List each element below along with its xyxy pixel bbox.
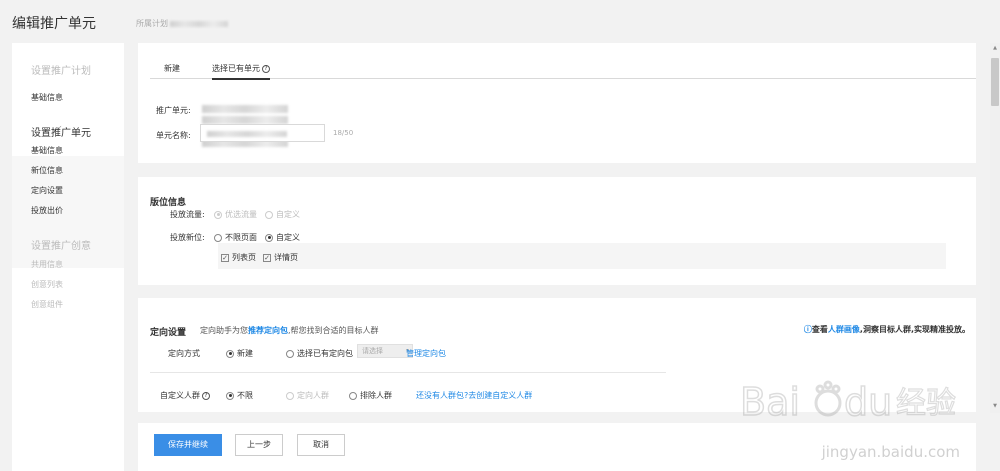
crowd-option-unlimited[interactable]: 不限 [226, 390, 253, 401]
step-unit-bidding[interactable]: 投放出价 [31, 205, 63, 216]
radio-icon [226, 349, 234, 358]
scroll-down-icon[interactable]: ▼ [991, 403, 999, 409]
radio-icon [286, 349, 294, 358]
step-creative-shared-info[interactable]: 共用信息 [31, 259, 63, 270]
step-creative-components[interactable]: 创意组件 [31, 299, 63, 310]
crowd-option-exclude-label: 排除人群 [360, 391, 392, 400]
step-plan-title[interactable]: 设置推广计划 [31, 62, 91, 77]
plan-label: 所属计划 [136, 18, 228, 29]
traffic-option-custom-label: 自定义 [276, 210, 300, 219]
cancel-button[interactable]: 取消 [297, 434, 345, 456]
targeting-desc-prefix: 定向助手为您 [200, 326, 248, 335]
targeting-divider [150, 372, 666, 373]
unit-tabs: 新建 选择已有单元? [150, 63, 976, 80]
blurred-unit-value[interactable] [202, 105, 288, 113]
page-option-detail[interactable]: ✓ 详情页 [263, 252, 298, 263]
unit-card: 新建 选择已有单元? 推广单元: 单元名称: 18/50 [138, 43, 976, 163]
recommend-package-link[interactable]: 推荐定向包 [248, 326, 288, 335]
traffic-option-preferred-label: 优选流量 [225, 210, 257, 219]
step-unit-title[interactable]: 设置推广单元 [31, 124, 91, 139]
crowd-option-targeted[interactable]: 定向人群 [286, 390, 329, 401]
scroll-up-icon[interactable]: ▲ [991, 45, 999, 51]
traffic-label: 投放流量: [170, 210, 205, 219]
crowd-option-exclude[interactable]: 排除人群 [349, 390, 392, 401]
page-option-detail-label: 详情页 [274, 253, 298, 262]
radio-icon [214, 233, 222, 242]
tab-select-existing-label: 选择已有单元 [212, 64, 260, 73]
step-plan-basic-info[interactable]: 基础信息 [31, 92, 63, 103]
previous-step-button[interactable]: 上一步 [235, 434, 283, 456]
step-creative-title[interactable]: 设置推广创意 [31, 237, 91, 252]
page-scrollbar[interactable]: ▲ ▼ [990, 43, 1000, 413]
blurred-unit-value-2 [202, 116, 288, 124]
crowd-option-targeted-label: 定向人群 [297, 391, 329, 400]
position-option-unlimited-label: 不限页面 [225, 233, 257, 242]
tab-new[interactable]: 新建 [164, 63, 180, 78]
traffic-option-custom[interactable]: 自定义 [265, 209, 300, 220]
unit-field-label: 推广单元: [156, 106, 191, 115]
mode-option-new-label: 新建 [237, 349, 253, 358]
svg-text:Bai: Bai [740, 380, 800, 424]
blurred-unit-name [207, 131, 287, 137]
radio-icon [286, 391, 294, 400]
custom-crowd-label: 自定义人群? [160, 390, 210, 401]
baidu-jingyan-watermark: Bai du 经验 [739, 379, 956, 425]
tab-select-existing[interactable]: 选择已有单元? [212, 63, 270, 80]
blurred-plan-name [170, 20, 228, 27]
manage-package-link[interactable]: 管理定向包 [406, 348, 446, 359]
mode-option-existing[interactable]: 选择已有定向包 [286, 348, 353, 359]
checkbox-checked-icon: ✓ [263, 253, 271, 262]
step-creative-list[interactable]: 创意列表 [31, 279, 63, 290]
step-unit-targeting[interactable]: 定向设置 [31, 185, 63, 196]
crowd-portrait-link[interactable]: 人群画像 [828, 325, 860, 334]
info-icon: ⓘ [803, 325, 812, 334]
position-label: 投放新位: [170, 233, 205, 242]
insight-prefix: 查看 [811, 325, 828, 334]
svg-text:du: du [844, 380, 892, 424]
help-icon[interactable]: ? [262, 64, 270, 73]
page-option-list-label: 列表页 [232, 253, 256, 262]
targeting-title: 定向设置 [150, 328, 187, 338]
mode-option-new[interactable]: 新建 [226, 348, 253, 359]
page-title: 编辑推广单元 [12, 16, 96, 32]
create-crowd-link[interactable]: 还没有人群包?去创建自定义人群 [416, 390, 532, 401]
package-select-placeholder: 请选择 [362, 347, 383, 355]
position-option-unlimited[interactable]: 不限页面 [214, 232, 257, 243]
custom-crowd-label-text: 自定义人群 [160, 391, 200, 400]
help-icon[interactable]: ? [202, 391, 210, 400]
targeting-mode-label: 定向方式 [168, 349, 200, 358]
page-options-panel: ✓ 列表页 ✓ 详情页 [218, 243, 946, 269]
placement-card: 版位信息 投放流量: 优选流量 自定义 投放新位: 不限页面 自定义 ✓ 列表页 … [138, 177, 976, 285]
position-option-custom-label: 自定义 [276, 233, 300, 242]
step-sidebar: 设置推广计划 ✓ 基础信息 设置推广单元 基础信息 新位信息 定向设置 投放出价… [12, 43, 124, 471]
package-select[interactable]: 请选择 ▾ [357, 344, 413, 358]
mode-option-existing-label: 选择已有定向包 [297, 349, 353, 358]
placement-title: 版位信息 [150, 198, 187, 208]
checkbox-checked-icon: ✓ [221, 253, 229, 262]
crowd-insight: ⓘ查看人群画像,洞察目标人群,实现精准投放。 [804, 324, 970, 335]
targeting-desc-suffix: ,帮您找到合适的目标人群 [288, 326, 379, 335]
scroll-thumb[interactable] [991, 58, 999, 106]
watermark-url: jingyan.baidu.com [821, 443, 960, 461]
save-continue-button[interactable]: 保存并继续 [154, 434, 222, 456]
radio-icon [265, 233, 273, 242]
position-option-custom[interactable]: 自定义 [265, 232, 300, 243]
unit-name-counter: 18/50 [333, 129, 354, 137]
radio-icon [349, 391, 357, 400]
svg-text:经验: 经验 [896, 386, 956, 421]
unit-name-label: 单元名称: [156, 131, 191, 140]
plan-label-text: 所属计划 [136, 19, 168, 28]
radio-icon [214, 210, 222, 219]
unit-name-input[interactable] [200, 124, 325, 142]
radio-icon [226, 391, 234, 400]
step-unit-basic-info[interactable]: 基础信息 [31, 145, 63, 156]
radio-icon [265, 210, 273, 219]
step-unit-position-info[interactable]: 新位信息 [31, 165, 63, 176]
insight-suffix: ,洞察目标人群,实现精准投放。 [859, 325, 970, 334]
crowd-option-unlimited-label: 不限 [237, 391, 253, 400]
targeting-description: 定向助手为您推荐定向包,帮您找到合适的目标人群 [200, 325, 379, 336]
page-option-list[interactable]: ✓ 列表页 [221, 252, 256, 263]
traffic-option-preferred[interactable]: 优选流量 [214, 209, 257, 220]
